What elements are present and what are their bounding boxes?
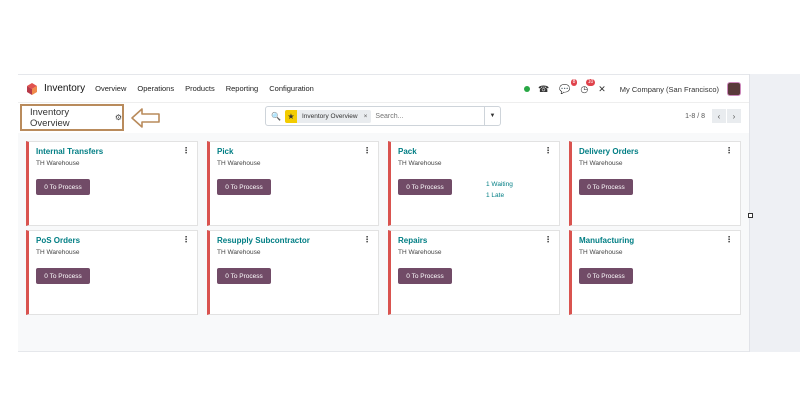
- late-link[interactable]: 1 Late: [486, 192, 504, 199]
- inventory-app-icon[interactable]: [26, 82, 38, 95]
- gear-icon[interactable]: ⚙: [115, 113, 122, 122]
- card-title[interactable]: Delivery Orders: [579, 147, 639, 156]
- card-warehouse: TH Warehouse: [36, 249, 80, 256]
- pager: 1-8 / 8 ‹ ›: [685, 109, 741, 123]
- card-warehouse: TH Warehouse: [217, 249, 261, 256]
- kebab-menu-icon[interactable]: ⋮: [725, 146, 733, 155]
- card-warehouse: TH Warehouse: [398, 160, 442, 167]
- control-panel: Inventory Overview ⚙ 🔍 ★ Inventory Overv…: [18, 103, 749, 133]
- activity-count-badge: 10: [585, 78, 596, 86]
- company-switcher[interactable]: My Company (San Francisco): [620, 85, 719, 94]
- card-title[interactable]: Pick: [217, 147, 233, 156]
- inventory-app: Inventory Overview Operations Products R…: [18, 74, 749, 352]
- close-icon[interactable]: ×: [364, 113, 368, 120]
- card-warehouse: TH Warehouse: [579, 249, 623, 256]
- page-title: Inventory Overview: [30, 106, 70, 129]
- message-count-badge: 8: [570, 78, 578, 86]
- kebab-menu-icon[interactable]: ⋮: [544, 235, 552, 244]
- menu-overview[interactable]: Overview: [95, 84, 126, 93]
- right-side-panel: [749, 74, 800, 352]
- chevron-right-icon[interactable]: ›: [727, 109, 741, 123]
- card-pick[interactable]: Pick TH Warehouse ⋮ 0 To Process: [207, 141, 379, 226]
- to-process-button[interactable]: 0 To Process: [398, 179, 452, 195]
- search-bar[interactable]: 🔍 ★ Inventory Overview × ▼: [265, 106, 501, 126]
- card-repairs[interactable]: Repairs TH Warehouse ⋮ 0 To Process: [388, 230, 560, 315]
- waiting-link[interactable]: 1 Waiting: [486, 181, 513, 188]
- menu-operations[interactable]: Operations: [137, 84, 174, 93]
- kebab-menu-icon[interactable]: ⋮: [363, 235, 371, 244]
- chat-icon[interactable]: 💬 8: [559, 78, 578, 95]
- card-title[interactable]: Pack: [398, 147, 417, 156]
- to-process-button[interactable]: 0 To Process: [217, 268, 271, 284]
- top-navbar: Inventory Overview Operations Products R…: [18, 75, 749, 103]
- user-avatar[interactable]: [727, 82, 741, 96]
- card-manufacturing[interactable]: Manufacturing TH Warehouse ⋮ 0 To Proces…: [569, 230, 741, 315]
- card-pack[interactable]: Pack TH Warehouse ⋮ 0 To Process 1 Waiti…: [388, 141, 560, 226]
- breadcrumb: Inventory Overview ⚙: [20, 104, 124, 131]
- kebab-menu-icon[interactable]: ⋮: [182, 235, 190, 244]
- search-facet[interactable]: ★ Inventory Overview ×: [284, 109, 372, 123]
- card-delivery-orders[interactable]: Delivery Orders TH Warehouse ⋮ 0 To Proc…: [569, 141, 741, 226]
- menu-products[interactable]: Products: [185, 84, 215, 93]
- card-internal-transfers[interactable]: Internal Transfers TH Warehouse ⋮ 0 To P…: [26, 141, 198, 226]
- to-process-button[interactable]: 0 To Process: [217, 179, 271, 195]
- phone-icon[interactable]: ☎: [538, 84, 549, 95]
- kebab-menu-icon[interactable]: ⋮: [363, 146, 371, 155]
- facet-label: Inventory Overview: [301, 112, 358, 120]
- menu-reporting[interactable]: Reporting: [226, 84, 259, 93]
- kebab-menu-icon[interactable]: ⋮: [725, 235, 733, 244]
- to-process-button[interactable]: 0 To Process: [36, 268, 90, 284]
- card-title[interactable]: Internal Transfers: [36, 147, 103, 156]
- to-process-button[interactable]: 0 To Process: [579, 268, 633, 284]
- app-name[interactable]: Inventory: [44, 83, 85, 94]
- card-title[interactable]: Resupply Subcontractor: [217, 236, 310, 245]
- pager-value[interactable]: 1-8 / 8: [685, 113, 705, 120]
- clock-icon[interactable]: ◷ 10: [580, 78, 596, 95]
- star-icon: ★: [284, 109, 297, 123]
- to-process-button[interactable]: 0 To Process: [36, 179, 90, 195]
- chevron-down-icon[interactable]: ▼: [484, 107, 500, 125]
- search-icon: 🔍: [271, 111, 281, 121]
- card-pos-orders[interactable]: PoS Orders TH Warehouse ⋮ 0 To Process: [26, 230, 198, 315]
- to-process-button[interactable]: 0 To Process: [579, 179, 633, 195]
- resize-handle[interactable]: [748, 213, 753, 218]
- annotation-arrow-icon: [131, 108, 161, 133]
- card-warehouse: TH Warehouse: [398, 249, 442, 256]
- kebab-menu-icon[interactable]: ⋮: [544, 146, 552, 155]
- chevron-left-icon[interactable]: ‹: [712, 109, 726, 123]
- debug-tools-icon[interactable]: ✕: [598, 84, 606, 95]
- card-title[interactable]: PoS Orders: [36, 236, 80, 245]
- search-input[interactable]: [375, 112, 476, 120]
- card-title[interactable]: Manufacturing: [579, 236, 634, 245]
- menu-configuration[interactable]: Configuration: [269, 84, 314, 93]
- card-warehouse: TH Warehouse: [217, 160, 261, 167]
- card-warehouse: TH Warehouse: [579, 160, 623, 167]
- card-resupply-subcontractor[interactable]: Resupply Subcontractor TH Warehouse ⋮ 0 …: [207, 230, 379, 315]
- navbar-systray: ☎ 💬 8 ◷ 10 ✕ My Company (San Francisco): [523, 75, 741, 103]
- card-warehouse: TH Warehouse: [36, 160, 80, 167]
- to-process-button[interactable]: 0 To Process: [398, 268, 452, 284]
- kebab-menu-icon[interactable]: ⋮: [182, 146, 190, 155]
- status-indicator: [523, 86, 530, 92]
- card-title[interactable]: Repairs: [398, 236, 427, 245]
